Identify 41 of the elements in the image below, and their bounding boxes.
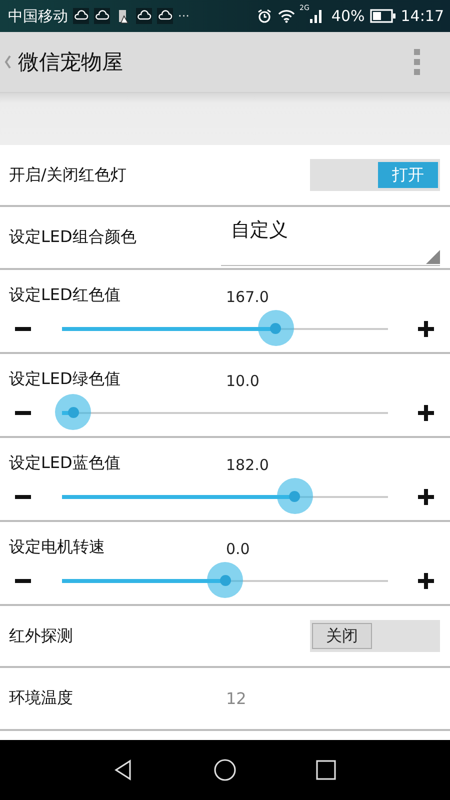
dropdown-arrow-icon	[426, 250, 440, 264]
setting-label: 设定LED红色值	[9, 285, 122, 306]
toggle-switch[interactable]: 关闭	[310, 620, 440, 652]
slider-value: 167.0	[226, 288, 269, 306]
setting-label: 开启/关闭红色灯	[9, 164, 126, 186]
recents-icon[interactable]	[314, 758, 338, 782]
setting-label: 设定LED蓝色值	[9, 453, 122, 474]
slider-thumb[interactable]	[258, 310, 294, 346]
slider-thumb[interactable]	[207, 562, 243, 598]
plus-icon[interactable]	[418, 321, 434, 337]
clock: 14:17	[400, 7, 444, 25]
home-icon[interactable]	[213, 758, 237, 782]
slider-thumb[interactable]	[276, 478, 313, 514]
plus-icon[interactable]	[418, 489, 434, 505]
carrier-name: 中国移动	[8, 6, 68, 26]
toggle-knob: 关闭	[312, 623, 372, 649]
battery-icon	[370, 9, 396, 23]
setting-label: 环境温度	[9, 688, 74, 709]
slider-value: 10.0	[226, 372, 260, 390]
slider-thumb[interactable]	[55, 394, 92, 430]
wifi-icon	[278, 8, 295, 24]
toggle-knob: 打开	[378, 162, 438, 188]
temperature-value: 12	[226, 689, 246, 708]
setting-label: 设定LED绿色值	[9, 369, 122, 390]
plus-icon[interactable]	[418, 573, 434, 589]
more-notifications: ···	[178, 9, 190, 23]
setting-label: 设定电机转速	[9, 537, 106, 558]
setting-label: 红外探测	[9, 626, 73, 646]
cloud-icon	[73, 8, 89, 24]
setting-label: 设定LED组合颜色	[9, 227, 138, 248]
color-dropdown[interactable]: 自定义	[221, 217, 440, 266]
battery-percent: 40%	[331, 7, 365, 25]
app-title: 微信宠物屋	[18, 49, 123, 76]
signal-icon	[310, 9, 322, 23]
cloud-icon	[157, 8, 173, 24]
cloud-icon	[94, 8, 110, 24]
plus-icon[interactable]	[418, 405, 434, 421]
alarm-icon	[256, 8, 273, 24]
cloud-icon	[136, 8, 152, 24]
slider-value: 182.0	[226, 456, 269, 474]
slider-value: 0.0	[226, 540, 250, 558]
